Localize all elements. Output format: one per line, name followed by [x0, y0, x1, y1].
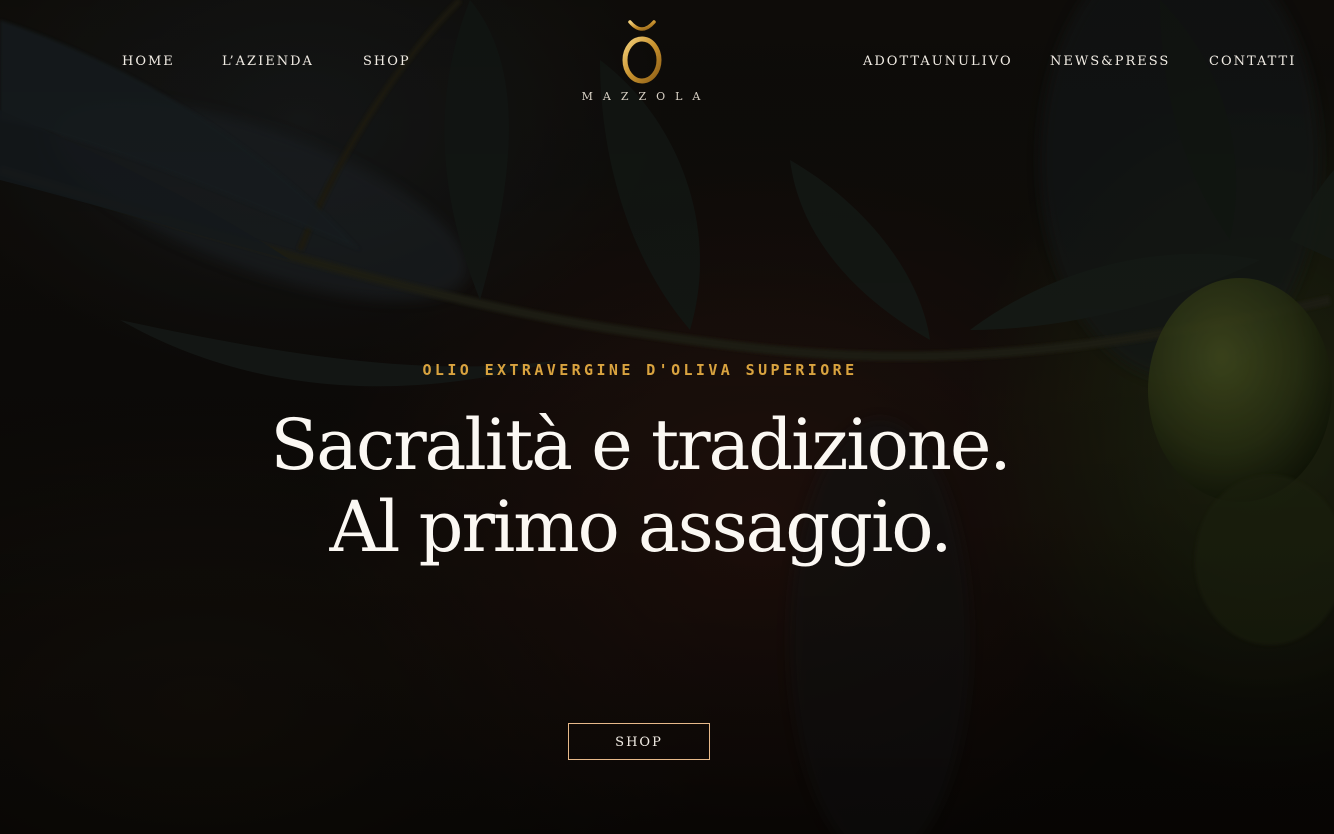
hero-section: HOME L’AZIENDA SHOP MAZZOLA ADOTTAUNULIV… [0, 0, 1334, 834]
olive-o-logo-icon [622, 20, 662, 84]
nav-azienda-link[interactable]: L’AZIENDA [222, 54, 314, 69]
hero-headline-line-1: Sacralità e tradizione. [270, 404, 1011, 486]
nav-adottaunulivo-link[interactable]: ADOTTAUNULIVO [863, 54, 1013, 69]
hero-eyebrow: OLIO EXTRAVERGINE D'OLIVA SUPERIORE [422, 361, 858, 379]
brand-logo-link[interactable]: MAZZOLA [560, 18, 724, 108]
nav-home-link[interactable]: HOME [122, 54, 175, 69]
brand-wordmark: MAZZOLA [581, 90, 711, 103]
shop-button[interactable]: SHOP [568, 723, 710, 760]
nav-shop-link[interactable]: SHOP [363, 54, 411, 69]
hero-headline: Sacralità e tradizione. Al primo assaggi… [0, 404, 1280, 568]
nav-contatti-link[interactable]: CONTATTI [1209, 54, 1296, 69]
nav-news-press-link[interactable]: NEWS&PRESS [1050, 54, 1170, 69]
hero-headline-line-2: Al primo assaggio. [329, 486, 952, 568]
